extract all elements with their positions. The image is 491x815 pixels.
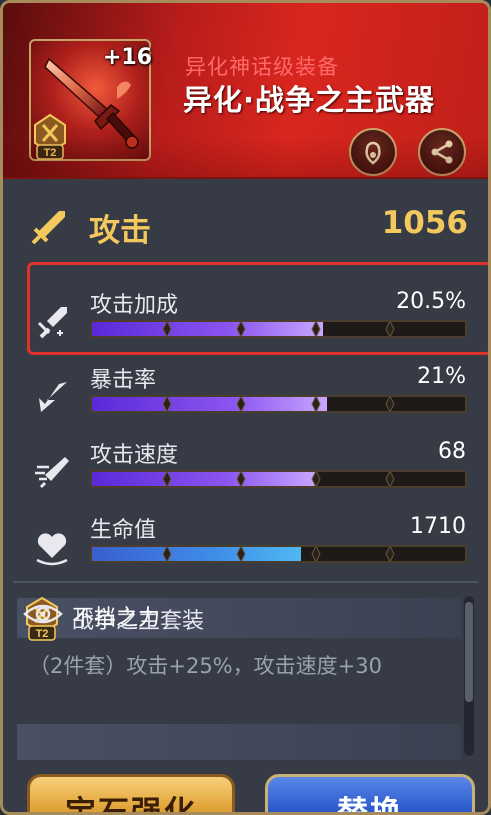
equipment-header: +16 T2 异化神话级装备 异化·战争之主武器 <box>3 3 488 179</box>
replace-button[interactable]: 替换 <box>265 774 475 812</box>
bar-segment-tick <box>162 397 172 411</box>
scroll-thumb[interactable] <box>465 602 473 702</box>
bar-segment-tick <box>385 472 395 486</box>
stat-bar-fill <box>92 472 316 486</box>
highlight-box <box>27 262 488 355</box>
attack-row: 攻击 1056 <box>3 193 488 253</box>
crit-arrow-icon <box>39 382 67 412</box>
set-bonus-section[interactable]: T2 战争之主套装 （2件套）攻击+25%，攻击速度+30 不挡之力 <box>17 596 461 764</box>
equipment-name: 异化·战争之主武器 <box>183 83 436 117</box>
stat-bar-fill <box>92 547 301 561</box>
eye-icon <box>23 604 63 624</box>
tier-badge-icon: T2 <box>34 113 66 160</box>
set-description: （2件套）攻击+25%，攻击速度+30 <box>29 654 382 678</box>
sword-icon <box>31 211 65 245</box>
lock-swirl-icon <box>365 141 381 165</box>
stat-row-attack-speed: 攻击速度 68 <box>3 433 488 513</box>
stat-label: 攻击速度 <box>90 443 179 468</box>
speed-sword-icon <box>35 457 69 489</box>
enhance-level: +16 <box>103 45 153 70</box>
bar-segment-tick <box>311 472 321 486</box>
stat-value: 68 <box>438 439 466 464</box>
equipment-detail-panel: +16 T2 异化神话级装备 异化·战争之主武器 攻击 1056 攻击加成 20… <box>0 0 491 815</box>
gem-enhance-button[interactable]: 宝石强化 <box>27 774 235 812</box>
stat-bar <box>90 470 467 488</box>
bar-segment-tick <box>236 472 246 486</box>
skill-title-bar <box>17 724 461 760</box>
attack-value: 1056 <box>381 205 468 241</box>
stat-value: 1710 <box>410 514 466 539</box>
section-divider <box>13 581 478 583</box>
stat-bar-fill <box>92 397 327 411</box>
stat-bar <box>90 395 467 413</box>
share-button[interactable] <box>418 128 466 176</box>
set-tier-label: T2 <box>36 628 49 640</box>
stat-row-crit-rate: 暴击率 21% <box>3 358 488 438</box>
stat-bar <box>90 545 467 563</box>
bar-segment-tick <box>385 397 395 411</box>
stat-value: 21% <box>417 364 466 389</box>
bar-segment-tick <box>385 547 395 561</box>
scrollbar[interactable] <box>464 596 474 756</box>
bar-segment-tick <box>162 547 172 561</box>
stat-label: 生命值 <box>90 518 157 543</box>
stat-row-hp: 生命值 1710 <box>3 508 488 588</box>
bar-segment-tick <box>236 397 246 411</box>
bar-segment-tick <box>236 547 246 561</box>
tier-label: T2 <box>44 147 57 159</box>
attack-label: 攻击 <box>89 213 151 249</box>
stat-label: 暴击率 <box>90 368 157 393</box>
bar-segment-tick <box>162 472 172 486</box>
bar-segment-tick <box>311 547 321 561</box>
bar-segment-tick <box>311 397 321 411</box>
skill-title: 不挡之力 <box>72 606 161 631</box>
share-icon <box>431 140 453 164</box>
heart-icon <box>36 533 68 566</box>
lock-button[interactable] <box>349 128 397 176</box>
